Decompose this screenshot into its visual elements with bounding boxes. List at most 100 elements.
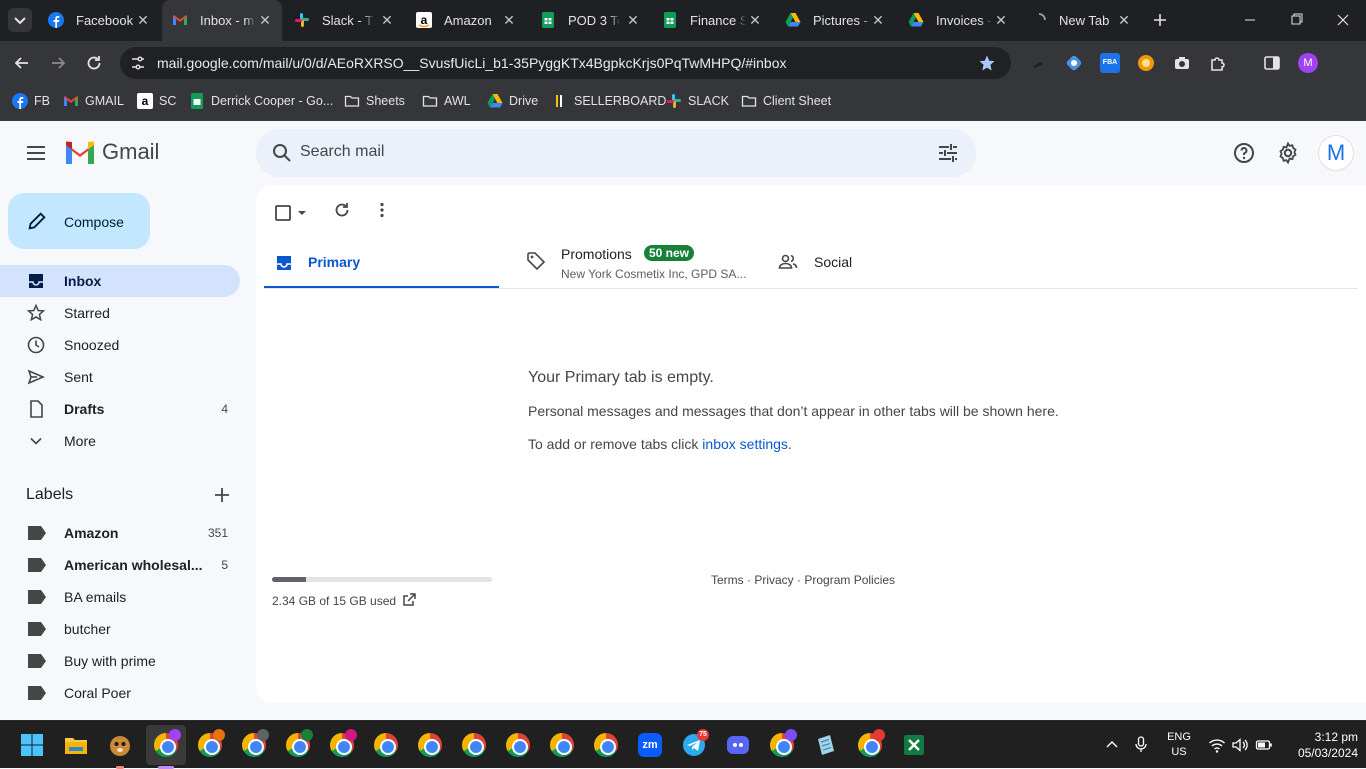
search-bar[interactable]: Search mail	[256, 129, 976, 177]
compose-button[interactable]: Compose	[8, 193, 150, 249]
refresh-icon[interactable]	[332, 200, 352, 220]
wifi-icon[interactable]	[1208, 736, 1226, 754]
nav-snoozed[interactable]: Snoozed	[0, 329, 240, 361]
chrome-icon[interactable]	[462, 733, 486, 757]
bookmark-gmail[interactable]: GMAIL	[63, 93, 124, 109]
reload-icon[interactable]	[84, 53, 104, 73]
bookmark-fb[interactable]: FB	[12, 93, 50, 109]
label-item[interactable]: Coral Poer	[0, 677, 240, 709]
close-tab-icon[interactable]: ✕	[624, 11, 642, 29]
help-icon[interactable]	[1232, 141, 1256, 165]
tab-primary[interactable]: Primary	[264, 237, 499, 289]
gmail-logo[interactable]: Gmail	[64, 139, 159, 165]
tab-promotions[interactable]: Promotions 50 new New York Cosmetix Inc,…	[516, 237, 756, 289]
nav-more[interactable]: More	[0, 425, 240, 457]
label-item[interactable]: Buy with prime	[0, 645, 240, 677]
forward-icon[interactable]	[48, 53, 68, 73]
side-panel-icon[interactable]	[1262, 53, 1282, 73]
browser-tab-new[interactable]: New Tab ✕	[1021, 0, 1141, 41]
add-label-icon[interactable]	[212, 485, 232, 505]
bookmark-slack[interactable]: SLACK	[666, 93, 729, 109]
extensions-puzzle-icon[interactable]	[1208, 53, 1228, 73]
more-options-icon[interactable]	[372, 200, 392, 220]
search-options-icon[interactable]	[936, 141, 960, 165]
label-item[interactable]: butcher	[0, 613, 240, 645]
bookmark-sc[interactable]: a SC	[137, 93, 176, 109]
nav-drafts[interactable]: Drafts 4	[0, 393, 240, 425]
chrome-icon[interactable]	[374, 733, 398, 757]
hamster-app-icon[interactable]	[108, 733, 132, 757]
nav-starred[interactable]: Starred	[0, 297, 240, 329]
close-tab-icon[interactable]: ✕	[378, 11, 396, 29]
windows-start-icon[interactable]	[20, 733, 44, 757]
close-tab-icon[interactable]: ✕	[869, 11, 887, 29]
close-tab-icon[interactable]: ✕	[134, 11, 152, 29]
browser-tab-finance[interactable]: Finance S ✕	[652, 0, 772, 41]
show-hidden-icons-chevron[interactable]	[1104, 737, 1120, 753]
extension-puzzle-blue-icon[interactable]	[1064, 53, 1084, 73]
browser-tab-pictures[interactable]: Pictures - ✕	[775, 0, 895, 41]
privacy-link[interactable]: Privacy	[754, 573, 793, 587]
close-tab-icon[interactable]: ✕	[1115, 11, 1133, 29]
chrome-icon[interactable]	[550, 733, 574, 757]
browser-tab-slack[interactable]: Slack - Th ✕	[284, 0, 404, 41]
label-item[interactable]: Amazon 351	[0, 517, 240, 549]
close-tab-icon[interactable]: ✕	[500, 11, 518, 29]
main-menu-icon[interactable]	[24, 141, 48, 165]
tab-search-button[interactable]	[8, 8, 32, 32]
clock[interactable]: 3:12 pm 05/03/2024	[1280, 729, 1358, 761]
microphone-icon[interactable]	[1132, 735, 1150, 753]
chrome-icon[interactable]	[418, 733, 442, 757]
tab-social[interactable]: Social	[770, 237, 1010, 289]
chrome-icon[interactable]	[506, 733, 530, 757]
inbox-settings-link[interactable]: inbox settings	[702, 436, 788, 452]
address-bar[interactable]: mail.google.com/mail/u/0/d/AEoRXRSO__Svu…	[120, 47, 1011, 79]
input-language[interactable]: ENG US	[1166, 730, 1192, 760]
chrome-icon[interactable]	[594, 733, 618, 757]
browser-tab-pod3[interactable]: POD 3 Te ✕	[530, 0, 650, 41]
extension-camera-icon[interactable]	[1172, 53, 1192, 73]
bookmark-sellerboard[interactable]: SELLERBOARD	[552, 93, 666, 109]
extension-fba-icon[interactable]: FBA	[1100, 53, 1120, 73]
extension-pen-icon[interactable]	[1028, 53, 1048, 73]
bookmark-folder-sheets[interactable]: Sheets	[344, 93, 405, 109]
close-window-button[interactable]	[1329, 10, 1357, 30]
open-external-icon[interactable]	[401, 592, 417, 608]
zoom-icon[interactable]: zm	[638, 733, 662, 757]
close-tab-icon[interactable]: ✕	[256, 11, 274, 29]
browser-tab-amazon[interactable]: a Amazon ✕	[406, 0, 526, 41]
volume-icon[interactable]	[1231, 736, 1249, 754]
excel-icon[interactable]	[902, 733, 926, 757]
bookmark-drive[interactable]: Drive	[487, 93, 538, 109]
battery-icon[interactable]	[1255, 736, 1273, 754]
nav-inbox[interactable]: Inbox	[0, 265, 240, 297]
program-policies-link[interactable]: Program Policies	[804, 573, 895, 587]
select-all-checkbox[interactable]	[274, 202, 310, 224]
restore-button[interactable]	[1283, 10, 1311, 30]
extension-orange-icon[interactable]	[1136, 53, 1156, 73]
search-icon[interactable]	[270, 141, 294, 165]
back-icon[interactable]	[12, 53, 32, 73]
minimize-button[interactable]	[1236, 10, 1264, 30]
settings-gear-icon[interactable]	[1276, 141, 1300, 165]
bookmark-folder-awl[interactable]: AWL	[422, 93, 471, 109]
search-input[interactable]: Search mail	[300, 143, 384, 161]
new-tab-button[interactable]	[1150, 10, 1170, 30]
nav-sent[interactable]: Sent	[0, 361, 240, 393]
browser-tab-facebook[interactable]: Facebook ✕	[38, 0, 160, 41]
bookmark-star-icon[interactable]	[978, 54, 996, 72]
label-item[interactable]: American wholesal... 5	[0, 549, 240, 581]
close-tab-icon[interactable]: ✕	[746, 11, 764, 29]
browser-tab-gmail[interactable]: Inbox - m ✕	[162, 0, 282, 41]
file-explorer-icon[interactable]	[64, 733, 88, 757]
notepad-icon[interactable]	[814, 733, 838, 757]
label-item[interactable]: BA emails	[0, 581, 240, 613]
terms-link[interactable]: Terms	[711, 573, 744, 587]
site-info-icon[interactable]	[130, 55, 146, 71]
profile-avatar[interactable]: M	[1298, 53, 1318, 73]
bookmark-folder-client[interactable]: Client Sheet	[741, 93, 831, 109]
browser-tab-invoices[interactable]: Invoices - ✕	[898, 0, 1018, 41]
discord-icon[interactable]	[726, 733, 750, 757]
close-tab-icon[interactable]: ✕	[992, 11, 1010, 29]
bookmark-derrick[interactable]: Derrick Cooper - Go...	[189, 93, 333, 109]
